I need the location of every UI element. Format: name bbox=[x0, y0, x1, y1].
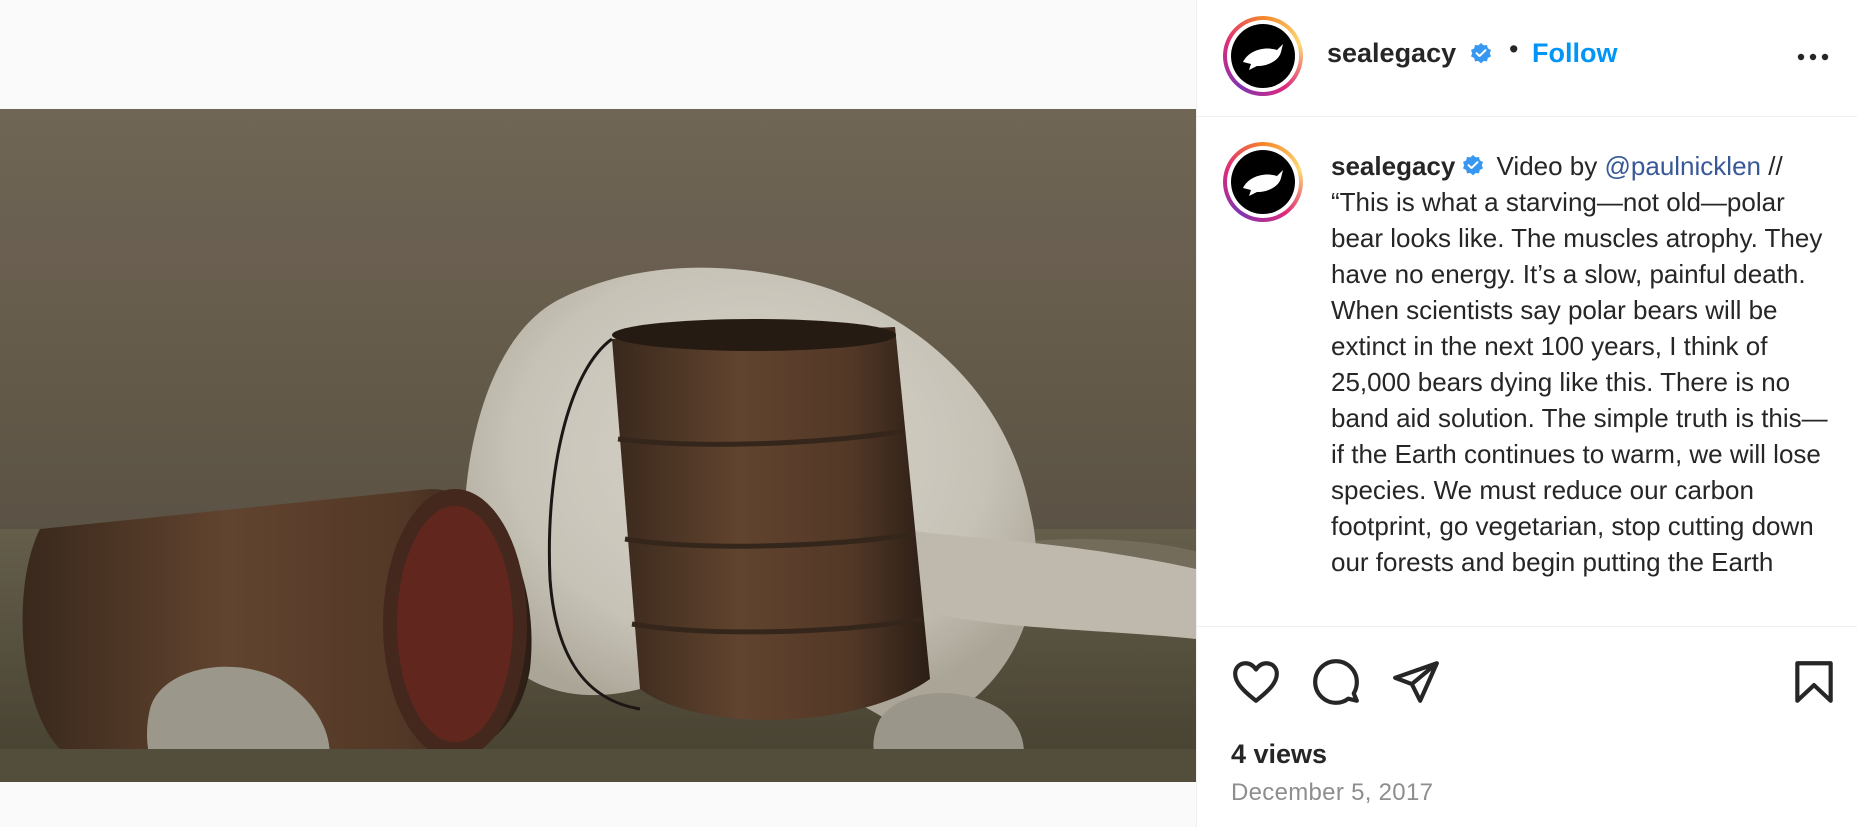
separator-dot: • bbox=[1509, 34, 1519, 64]
verified-badge-icon bbox=[1463, 155, 1484, 176]
verified-badge-icon bbox=[1471, 43, 1491, 64]
bookmark-icon[interactable] bbox=[1789, 657, 1839, 707]
follow-button[interactable]: Follow bbox=[1532, 38, 1617, 69]
video-frame bbox=[0, 109, 1196, 782]
media-area bbox=[0, 0, 1196, 827]
post-header: sealegacy • Follow bbox=[1197, 0, 1857, 117]
avatar[interactable] bbox=[1223, 16, 1303, 96]
post-actions: 4 views December 5, 2017 bbox=[1197, 626, 1857, 827]
paper-plane-icon[interactable] bbox=[1391, 657, 1441, 707]
caption-area: sealegacy Video by @paulnicklen // “This… bbox=[1197, 118, 1857, 626]
header-username[interactable]: sealegacy bbox=[1327, 38, 1456, 69]
caption-prefix: Video by bbox=[1489, 151, 1605, 181]
heart-icon[interactable] bbox=[1231, 657, 1281, 707]
caption-username[interactable]: sealegacy bbox=[1331, 151, 1455, 181]
comment-icon[interactable] bbox=[1311, 657, 1361, 707]
mention-link[interactable]: @paulnicklen bbox=[1605, 151, 1761, 181]
whale-logo-icon bbox=[1243, 170, 1283, 196]
views-count[interactable]: 4 views bbox=[1231, 739, 1327, 770]
post-date[interactable]: December 5, 2017 bbox=[1231, 779, 1433, 807]
caption-avatar[interactable] bbox=[1223, 142, 1303, 222]
more-options-icon[interactable] bbox=[1793, 42, 1833, 72]
caption-body: // “This is what a starving—not old—pola… bbox=[1331, 151, 1828, 577]
post-caption: sealegacy Video by @paulnicklen // “This… bbox=[1331, 148, 1831, 580]
whale-logo-icon bbox=[1243, 44, 1283, 70]
post-side-panel: sealegacy • Follow sealegacy Video by @p… bbox=[1196, 0, 1857, 827]
post-video[interactable] bbox=[0, 109, 1196, 782]
